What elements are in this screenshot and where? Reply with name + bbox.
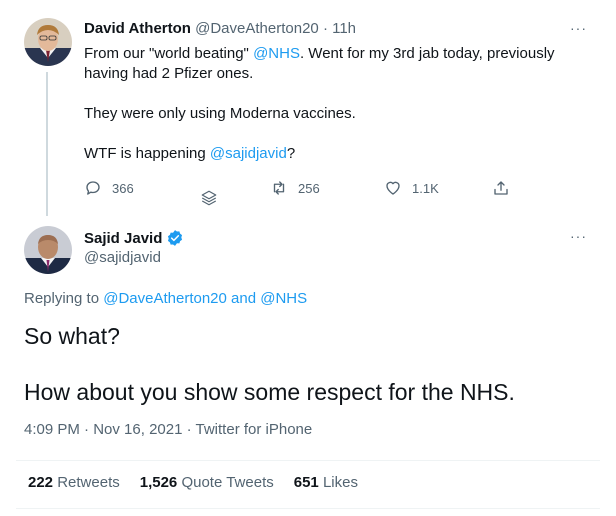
avatar-david-atherton[interactable] [24, 18, 72, 66]
replying-user-dave[interactable]: @DaveAtherton20 [103, 290, 227, 307]
main-author-name[interactable]: Sajid Javid [84, 229, 184, 247]
like-icon [386, 181, 400, 195]
replying-to: Replying to @DaveAtherton20 and @NHS [24, 290, 308, 307]
parent-tweet-text: From our "world beating" @NHS. Went for … [84, 45, 555, 162]
reply-count: 366 [112, 180, 134, 196]
divider [16, 460, 600, 461]
author-name[interactable]: David Atherton [84, 20, 191, 37]
reply-button[interactable]: 366 [84, 176, 134, 200]
like-button[interactable]: 1.1K [384, 176, 439, 200]
tweet-stats: 222 Retweets 1,526 Quote Tweets 651 Like… [28, 474, 358, 491]
share-button[interactable] [492, 176, 510, 200]
avatar-sajid-javid[interactable] [24, 226, 72, 274]
tweet-source[interactable]: Twitter for iPhone [196, 421, 313, 438]
reply-icon [86, 181, 100, 195]
tweet-time[interactable]: 11h [332, 20, 356, 37]
share-icon [494, 181, 508, 195]
verified-icon [168, 230, 183, 246]
likes-stat[interactable]: 651 Likes [294, 474, 358, 491]
tweet-meta: 4:09 PM · Nov 16, 2021 · Twitter for iPh… [24, 421, 313, 438]
stack-icon [200, 186, 218, 210]
divider [16, 508, 600, 509]
like-count: 1.1K [412, 180, 439, 196]
retweets-stat[interactable]: 222 Retweets [28, 474, 120, 491]
replying-user-nhs[interactable]: @NHS [260, 290, 307, 307]
parent-tweet-header: David Atherton @DaveAtherton20 · 11h [84, 20, 356, 37]
separator-dot: · [322, 20, 328, 37]
retweet-icon [273, 181, 285, 195]
thread-line [46, 72, 48, 216]
mention-nhs[interactable]: @NHS [253, 45, 300, 62]
tweet-date[interactable]: Nov 16, 2021 [93, 421, 182, 438]
tweet-actions: 366 256 1.1K [84, 176, 524, 206]
parent-tweet[interactable]: David Atherton @DaveAtherton20 · 11h ···… [0, 0, 616, 216]
main-tweet-text: So what? How about you show some respect… [24, 323, 515, 405]
main-author-handle[interactable]: @sajidjavid [84, 249, 161, 266]
retweet-count: 256 [298, 180, 320, 196]
retweet-button[interactable]: 256 [270, 176, 320, 200]
more-icon[interactable]: ··· [570, 20, 587, 36]
quote-tweets-stat[interactable]: 1,526 Quote Tweets [140, 474, 274, 491]
more-icon[interactable]: ··· [570, 228, 587, 244]
tweet-time[interactable]: 4:09 PM [24, 421, 80, 438]
mention-sajidjavid[interactable]: @sajidjavid [210, 145, 287, 162]
author-handle[interactable]: @DaveAtherton20 [195, 20, 319, 37]
